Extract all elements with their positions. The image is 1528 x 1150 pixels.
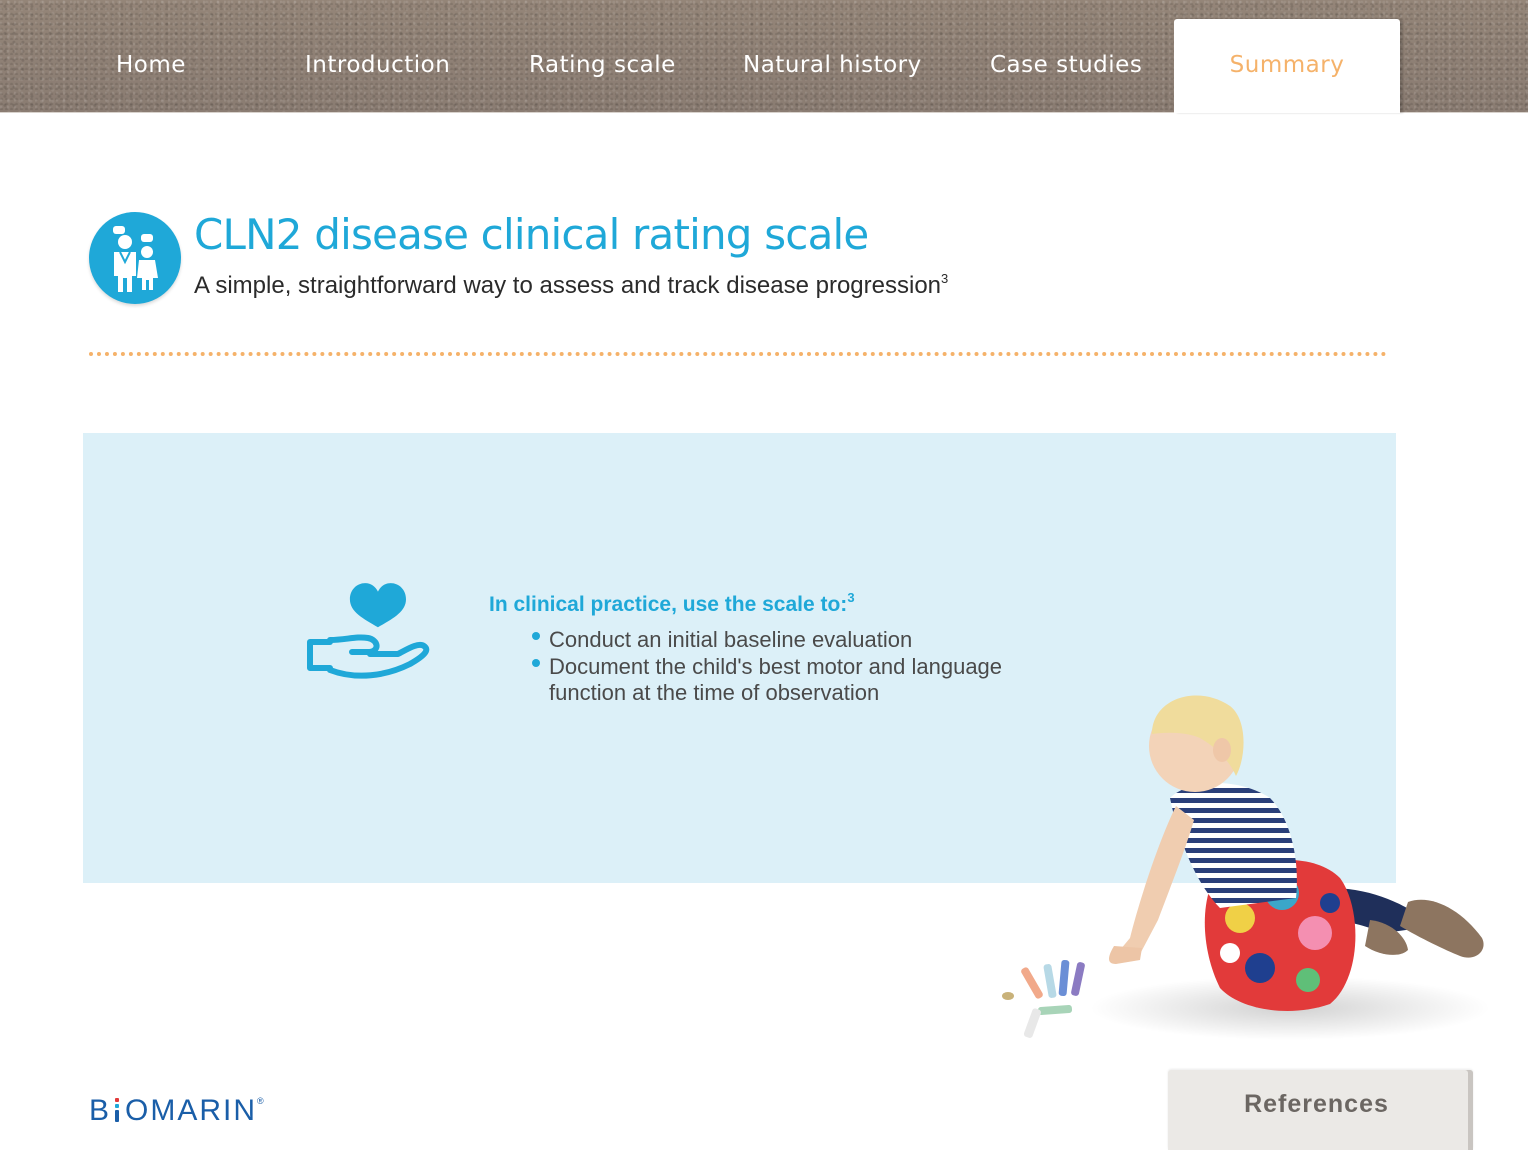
family-doctor-icon: [89, 212, 181, 304]
bullet-dot-icon: [532, 659, 540, 667]
subtitle-text: A simple, straightforward way to assess …: [194, 272, 942, 299]
registered-mark: ®: [257, 1096, 264, 1106]
panel-heading-text: In clinical practice, use the scale to:: [489, 593, 848, 616]
nav-introduction[interactable]: Introduction: [305, 52, 450, 78]
panel-heading-ref: 3: [847, 590, 855, 605]
page-title: CLN2 disease clinical rating scale: [194, 210, 869, 259]
list-item: Conduct an initial baseline evaluation: [530, 627, 1050, 653]
top-nav: Home Introduction Rating scale Natural h…: [0, 0, 1528, 113]
nav-summary-label: Summary: [1229, 52, 1345, 78]
references-button[interactable]: References: [1168, 1070, 1473, 1150]
nav-case-studies[interactable]: Case studies: [990, 52, 1142, 78]
nav-natural-history[interactable]: Natural history: [743, 52, 922, 78]
list-item: Document the child's best motor and lang…: [530, 654, 1050, 706]
nav-rating-scale[interactable]: Rating scale: [529, 52, 676, 78]
nav-home[interactable]: Home: [116, 52, 186, 78]
heart-in-hand-icon: [306, 580, 432, 690]
bullet-dot-icon: [532, 632, 540, 640]
list-item-text: Document the child's best motor and lang…: [549, 654, 1003, 705]
page-subtitle: A simple, straightforward way to assess …: [194, 271, 948, 300]
logo-i-glyph: [112, 1098, 122, 1122]
child-with-chalk-image: [990, 688, 1500, 1048]
subtitle-ref: 3: [941, 271, 949, 286]
biomarin-logo: B OMARIN®: [89, 1094, 264, 1127]
dotted-divider: [89, 352, 1387, 356]
references-label: References: [1244, 1090, 1389, 1118]
bullet-list: Conduct an initial baseline evaluation D…: [530, 627, 1050, 707]
list-item-text: Conduct an initial baseline evaluation: [549, 627, 913, 652]
panel-heading: In clinical practice, use the scale to:3: [489, 590, 855, 617]
nav-summary-tab[interactable]: Summary: [1174, 19, 1400, 113]
